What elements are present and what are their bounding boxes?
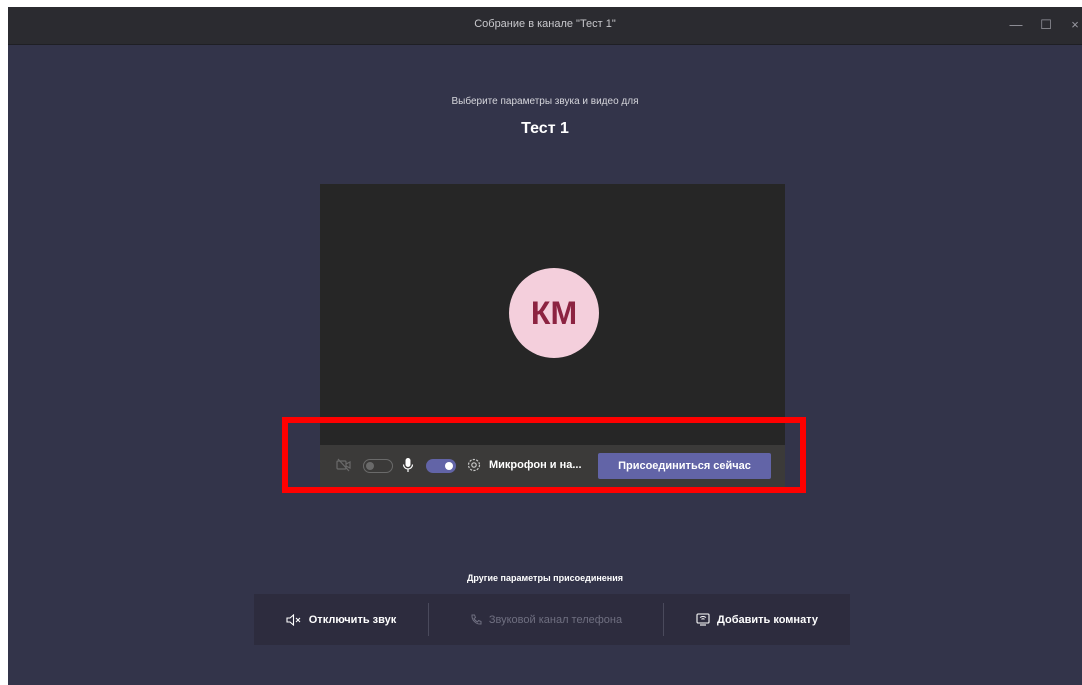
prejoin-subtitle: Выберите параметры звука и видео для — [451, 96, 639, 107]
camera-off-icon[interactable] — [336, 458, 352, 472]
prejoin-controls-bar: Микрофон и на... Присоединиться сейчас — [320, 445, 785, 487]
toggle-knob — [366, 462, 374, 470]
add-room-option[interactable]: Добавить комнату — [664, 594, 850, 645]
video-preview: КМ — [320, 184, 785, 445]
window-title: Собрание в канале "Тест 1" — [474, 18, 616, 30]
camera-toggle[interactable] — [363, 459, 393, 473]
avatar: КМ — [509, 268, 599, 358]
toggle-knob — [445, 462, 453, 470]
option-label: Добавить комнату — [717, 613, 818, 626]
option-label: Звуковой канал телефона — [488, 613, 623, 626]
option-label: Отключить звук — [308, 613, 397, 626]
microphone-icon[interactable] — [402, 457, 414, 473]
phone-audio-option: Звуковой канал телефона — [429, 594, 663, 645]
room-display-icon — [696, 613, 710, 626]
phone-icon — [470, 614, 482, 626]
join-now-button[interactable]: Присоединиться сейчас — [598, 453, 771, 479]
other-join-options-heading: Другие параметры присоединения — [466, 573, 624, 583]
close-button[interactable]: × — [1063, 14, 1082, 36]
gear-icon[interactable] — [466, 457, 482, 473]
title-bar: Собрание в канале "Тест 1" — ☐ × — [8, 7, 1082, 45]
maximize-button[interactable]: ☐ — [1034, 14, 1058, 36]
microphone-toggle[interactable] — [426, 459, 456, 473]
device-settings-label[interactable]: Микрофон и на... — [489, 459, 582, 471]
teams-meeting-window: Собрание в канале "Тест 1" — ☐ × Выберит… — [8, 7, 1082, 685]
minimize-button[interactable]: — — [1004, 14, 1028, 36]
meeting-name: Тест 1 — [521, 120, 569, 137]
speaker-mute-icon — [286, 613, 302, 626]
other-join-options: Отключить звук Звуковой канал телефона Д… — [254, 594, 850, 645]
mute-audio-option[interactable]: Отключить звук — [254, 594, 428, 645]
